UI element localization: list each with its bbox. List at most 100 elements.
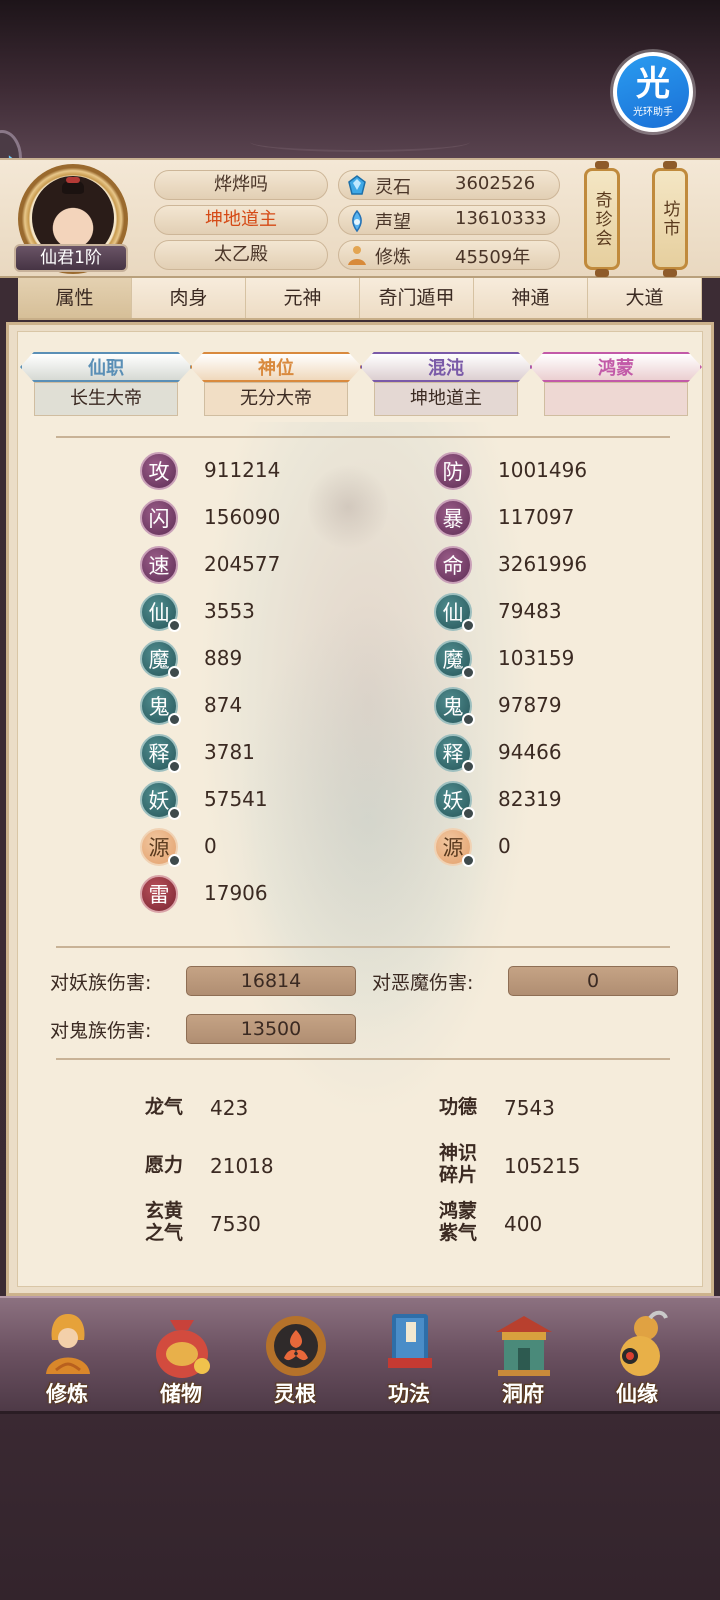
tab-body[interactable]: 肉身 [132,278,246,318]
spirit-stone-icon [348,175,366,195]
rank-value: 无分大帝 [204,382,348,416]
attributes-panel: 仙职 长生大帝 神位 无分大帝 混沌 坤地道主 鸿蒙 攻 911214 闪 15609… [6,322,714,1296]
nav-cave-dwelling[interactable]: 洞府 [468,1308,578,1412]
defense-mark-icon [462,666,475,679]
attack-mark-icon [168,854,181,867]
bottom-band [0,1414,720,1600]
damage-demon-race-label: 对妖族伤害: [50,972,152,994]
rank-badge: 仙君1阶 [14,244,128,272]
stat-value: 97879 [498,693,562,717]
rank-head: 仙职 [20,352,192,382]
extra-willpower-value: 21018 [210,1154,274,1178]
nav-label: 储物 [160,1382,202,1406]
damage-demon-race-value: 16814 [186,966,356,996]
rank-head: 鸿蒙 [530,352,702,382]
nav-cultivate[interactable]: 修炼 [12,1308,122,1412]
resource-value: 3602526 [455,173,536,194]
stat-value: 0 [204,834,217,858]
tab-dao[interactable]: 大道 [588,278,702,318]
stat-badge-icon[interactable]: 命 [434,546,472,584]
defense-mark-icon [462,760,475,773]
resource-label: 灵石 [375,177,411,198]
stat-value: 3781 [204,740,255,764]
resource-label: 修炼 [375,247,411,268]
nav-storage[interactable]: 储物 [126,1308,236,1412]
attributes-panel-inner: 仙职 长生大帝 神位 无分大帝 混沌 坤地道主 鸿蒙 攻 911214 闪 15609… [17,331,703,1287]
extra-merit-label: 功德 [438,1096,477,1118]
attack-mark-icon [168,619,181,632]
damage-ghost-race-value: 13500 [186,1014,356,1044]
resource-prestige: 声望 13610333 [338,205,560,235]
extra-xuanhuang-label: 玄黄之气 [144,1200,183,1244]
rank-head: 混沌 [360,352,532,382]
tab-skills[interactable]: 神通 [474,278,588,318]
extra-dragon-qi-label: 龙气 [144,1096,183,1118]
stat-value: 117097 [498,505,575,529]
stat-value: 82319 [498,787,562,811]
nav-techniques[interactable]: 功法 [354,1308,464,1412]
stat-value: 156090 [204,505,281,529]
scripture-book-icon [388,1314,432,1368]
nav-label: 仙缘 [616,1382,658,1406]
nav-spirit-root[interactable]: 灵根 [240,1308,350,1412]
stat-value: 1001496 [498,458,588,482]
attribute-tabs: 属性 肉身 元神 奇门遁甲 神通 大道 [18,278,702,320]
defense-mark-icon [462,854,475,867]
rank-hongmeng[interactable]: 鸿蒙 [530,352,702,422]
rank-immortal-post[interactable]: 仙职 长生大帝 [20,352,192,422]
stat-badge-icon[interactable]: 防 [434,452,472,490]
stat-badge-icon[interactable]: 暴 [434,499,472,537]
tab-soul[interactable]: 元神 [246,278,360,318]
stat-value: 79483 [498,599,562,623]
stat-value: 17906 [204,881,268,905]
prestige-icon [352,209,362,233]
tab-attributes[interactable]: 属性 [18,278,132,318]
helper-button[interactable]: 光 光环助手 [613,52,693,132]
stat-value: 103159 [498,646,575,670]
treasure-fair-button[interactable]: 奇珍会 [584,161,620,277]
player-header: 仙君1阶 烨烨吗 坤地道主 太乙殿 灵石 3602526 声望 13610333… [0,158,720,278]
attack-mark-icon [168,713,181,726]
divider [56,1058,670,1060]
treasure-bag-icon [156,1320,210,1378]
player-sect: 太乙殿 [154,240,328,270]
tab-qimen[interactable]: 奇门遁甲 [360,278,474,318]
stat-badge-icon[interactable]: 雷 [140,875,178,913]
stat-badge-icon[interactable]: 攻 [140,452,178,490]
extra-spirit-shard-value: 105215 [504,1154,581,1178]
stat-value: 57541 [204,787,268,811]
stat-badge-icon[interactable]: 闪 [140,499,178,537]
attack-mark-icon [168,666,181,679]
stat-value: 3553 [204,599,255,623]
helper-label: 光环助手 [633,106,673,118]
rank-chaos[interactable]: 混沌 坤地道主 [360,352,532,422]
rank-value: 坤地道主 [374,382,518,416]
bottom-nav: 修炼 储物 灵根 功法 洞府 仙缘 [0,1296,720,1414]
extra-spirit-shard-label: 神识碎片 [438,1142,477,1186]
nav-fate[interactable]: 仙缘 [582,1308,692,1412]
stat-badge-icon[interactable]: 速 [140,546,178,584]
resource-value: 45509年 [455,247,531,268]
spirit-root-orb-icon [266,1316,326,1376]
rank-divine-seat[interactable]: 神位 无分大帝 [190,352,362,422]
resource-spirit-stone: 灵石 3602526 [338,170,560,200]
cultivation-icon [348,246,366,265]
extra-xuanhuang-value: 7530 [210,1212,261,1236]
resource-value: 13610333 [455,208,547,229]
damage-evil-demon-label: 对恶魔伤害: [372,972,474,994]
nav-label: 功法 [388,1382,430,1406]
stat-value: 889 [204,646,243,670]
resource-label: 声望 [375,212,411,233]
player-name: 烨烨吗 [154,170,328,200]
defense-mark-icon [462,807,475,820]
resource-cultivation: 修炼 45509年 [338,240,560,270]
extra-merit-value: 7543 [504,1096,555,1120]
market-button[interactable]: 坊市 [652,161,688,277]
rank-value [544,382,688,416]
gourd-icon [620,1310,668,1376]
palace-icon [496,1316,552,1376]
extra-dragon-qi-value: 423 [210,1096,249,1120]
nav-label: 洞府 [502,1382,544,1406]
defense-mark-icon [462,713,475,726]
monk-icon [46,1314,90,1374]
